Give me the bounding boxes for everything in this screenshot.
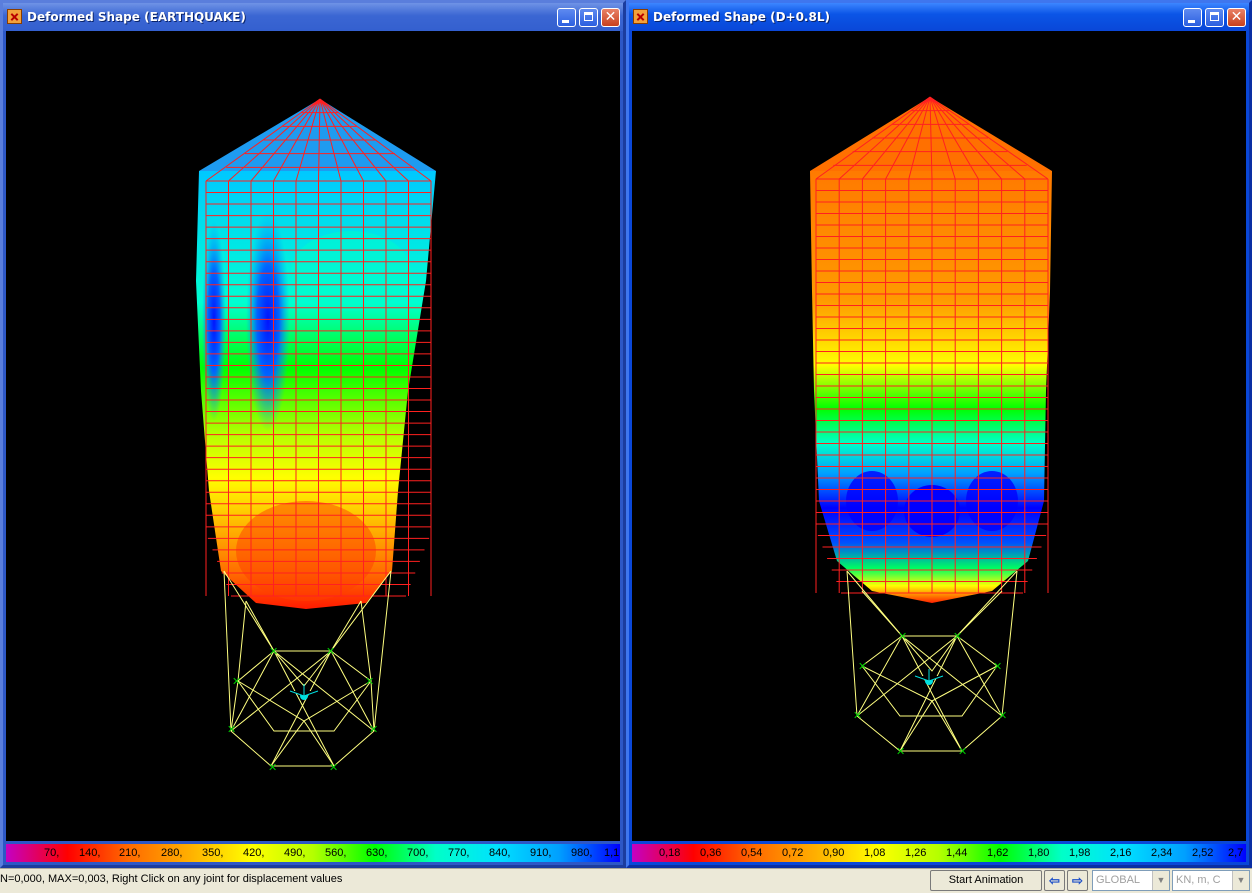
legend-value: 1,08: [864, 847, 886, 859]
svg-text:✕: ✕: [268, 761, 277, 774]
contour-legend: 70, 140, 210, 280, 350, 420, 490, 560, 6…: [6, 844, 620, 862]
legend-value: 420,: [243, 847, 265, 859]
tank-shell: [810, 171, 1052, 603]
legend-value: 770,: [448, 847, 470, 859]
legend-value: 210,: [119, 847, 141, 859]
title-bar[interactable]: Deformed Shape (EARTHQUAKE) ✕: [3, 3, 623, 31]
legend-value: 2,52: [1192, 847, 1214, 859]
previous-step-button[interactable]: ⇦: [1044, 870, 1065, 891]
close-icon: ✕: [604, 9, 617, 25]
svg-text:✕: ✕: [227, 723, 236, 736]
svg-text:✕: ✕: [958, 745, 967, 758]
next-step-button[interactable]: ⇨: [1067, 870, 1088, 891]
support-markers: ✕ ✕ ✕ ✕ ✕ ✕ ✕ ✕: [853, 630, 1007, 758]
arrow-right-icon: ⇨: [1072, 873, 1083, 888]
svg-text:✕: ✕: [953, 630, 962, 643]
deformed-shape-window-d08l[interactable]: Deformed Shape (D+0.8L) ✕ ✕ ✕ ✕ ✕ ✕ ✕ ✕ …: [626, 0, 1252, 868]
legend-value: 2,34: [1151, 847, 1173, 859]
close-button[interactable]: ✕: [601, 8, 620, 27]
legend-value: 0,36: [700, 847, 722, 859]
svg-text:✕: ✕: [269, 645, 278, 658]
support-markers: ✕ ✕ ✕ ✕ ✕ ✕ ✕ ✕: [227, 645, 378, 774]
legend-value: 1,80: [1028, 847, 1050, 859]
contour-legend: 0,18 0,36 0,54 0,72 0,90 1,08 1,26 1,44 …: [632, 844, 1246, 862]
maximize-icon: [1210, 12, 1219, 21]
minimize-icon: [1188, 20, 1195, 23]
svg-text:✕: ✕: [858, 660, 867, 673]
coordinate-system-select[interactable]: GLOBAL ▼: [1092, 870, 1170, 891]
svg-text:✕: ✕: [326, 645, 335, 658]
svg-text:✕: ✕: [898, 630, 907, 643]
close-icon: ✕: [1230, 9, 1243, 25]
legend-value: 630,: [366, 847, 388, 859]
title-bar[interactable]: Deformed Shape (D+0.8L) ✕: [629, 3, 1249, 31]
deformed-shape-render[interactable]: ✕ ✕ ✕ ✕ ✕ ✕ ✕ ✕: [6, 31, 620, 841]
status-message: N=0,000, MAX=0,003, Right Click on any j…: [0, 873, 343, 885]
svg-text:✕: ✕: [998, 709, 1007, 722]
maximize-button[interactable]: [579, 8, 598, 27]
svg-text:✕: ✕: [896, 745, 905, 758]
start-animation-button[interactable]: Start Animation: [930, 870, 1042, 891]
legend-value: 70,: [44, 847, 60, 859]
axis-triad-icon: [289, 684, 319, 700]
legend-value: 1,62: [987, 847, 1009, 859]
model-viewport[interactable]: ✕ ✕ ✕ ✕ ✕ ✕ ✕ ✕: [6, 31, 620, 841]
window-title: Deformed Shape (EARTHQUAKE): [27, 10, 246, 24]
window-title: Deformed Shape (D+0.8L): [653, 10, 830, 24]
maximize-icon: [584, 12, 593, 21]
legend-value: 2,16: [1110, 847, 1132, 859]
legend-value: 350,: [202, 847, 224, 859]
legend-value: 560,: [325, 847, 347, 859]
minimize-button[interactable]: [557, 8, 576, 27]
sap2000-app-icon[interactable]: [633, 9, 648, 24]
legend-value: 840,: [489, 847, 511, 859]
legend-value: 980,: [571, 847, 593, 859]
maximize-button[interactable]: [1205, 8, 1224, 27]
minimize-icon: [562, 20, 569, 23]
legend-value: 700,: [407, 847, 429, 859]
svg-text:✕: ✕: [369, 723, 378, 736]
legend-value: 1,26: [905, 847, 927, 859]
legend-value: 0,90: [823, 847, 845, 859]
legend-value: 0,18: [659, 847, 681, 859]
status-bar: N=0,000, MAX=0,003, Right Click on any j…: [0, 868, 1252, 893]
legend-value: 0,54: [741, 847, 763, 859]
legend-value: 1,1: [604, 847, 620, 859]
legend-value: 2,7: [1228, 847, 1244, 859]
svg-text:✕: ✕: [329, 761, 338, 774]
chevron-down-icon: ▼: [1152, 871, 1169, 890]
chevron-down-icon: ▼: [1232, 871, 1249, 890]
legend-value: 490,: [284, 847, 306, 859]
deformed-shape-window-earthquake[interactable]: Deformed Shape (EARTHQUAKE) ✕ ✕ ✕ ✕ ✕ ✕ …: [0, 0, 626, 868]
svg-text:✕: ✕: [853, 709, 862, 722]
minimize-button[interactable]: [1183, 8, 1202, 27]
model-viewport[interactable]: ✕ ✕ ✕ ✕ ✕ ✕ ✕ ✕: [632, 31, 1246, 841]
deformed-shape-render[interactable]: ✕ ✕ ✕ ✕ ✕ ✕ ✕ ✕: [632, 31, 1246, 841]
legend-value: 280,: [161, 847, 183, 859]
legend-value: 140,: [79, 847, 101, 859]
legend-value: 0,72: [782, 847, 804, 859]
legend-value: 910,: [530, 847, 552, 859]
svg-text:✕: ✕: [365, 675, 374, 688]
sap2000-app-icon[interactable]: [7, 9, 22, 24]
axis-triad-icon: [914, 669, 944, 685]
legend-value: 1,98: [1069, 847, 1091, 859]
close-button[interactable]: ✕: [1227, 8, 1246, 27]
svg-text:✕: ✕: [232, 675, 241, 688]
svg-text:✕: ✕: [993, 660, 1002, 673]
legend-value: 1,44: [946, 847, 968, 859]
units-select[interactable]: KN, m, C ▼: [1172, 870, 1250, 891]
arrow-left-icon: ⇦: [1049, 873, 1060, 888]
